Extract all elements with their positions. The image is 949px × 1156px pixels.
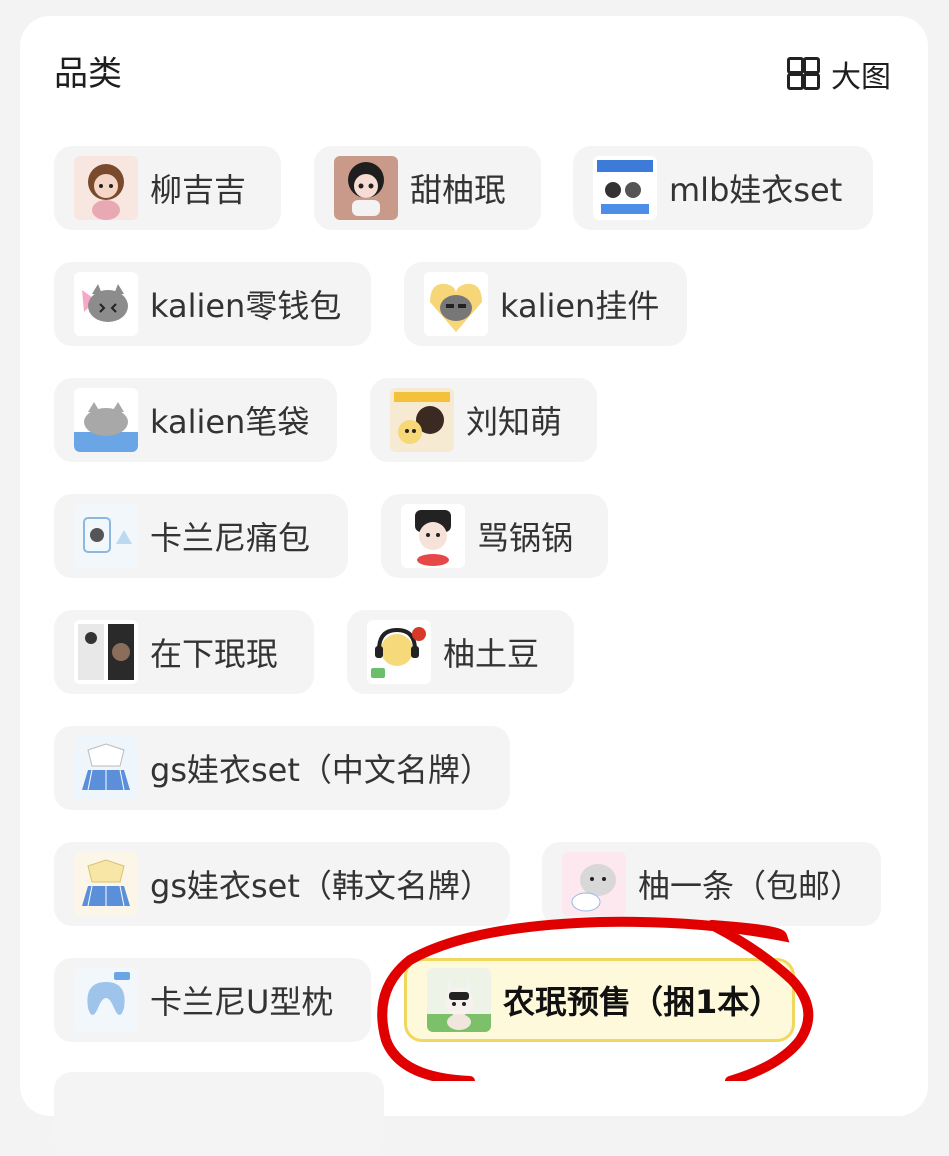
category-label: kalien零钱包 <box>150 287 342 325</box>
category-chip[interactable]: kalien笔袋 <box>54 378 337 462</box>
category-chip[interactable]: kalien挂件 <box>404 262 687 346</box>
category-chip[interactable]: 在下珉珉 <box>54 610 314 694</box>
large-view-toggle[interactable]: 大图 <box>787 52 891 96</box>
category-chip-selected[interactable]: 农珉预售（捆1本） <box>404 958 795 1042</box>
category-chip-partial[interactable] <box>54 1072 384 1156</box>
category-label: 在下珉珉 <box>150 635 279 673</box>
category-label: 卡兰尼U型枕 <box>150 983 334 1021</box>
category-chip[interactable]: 柚一条（包邮） <box>542 842 881 926</box>
category-chip[interactable]: 骂锅锅 <box>381 494 608 578</box>
category-chip[interactable]: 柳吉吉 <box>54 146 281 230</box>
category-label: gs娃衣set（中文名牌） <box>150 751 492 789</box>
cat-thumbnail-icon <box>74 272 138 336</box>
category-label: mlb娃衣set <box>669 171 843 209</box>
section-title: 品类 <box>54 54 122 94</box>
category-label: 卡兰尼痛包 <box>150 519 311 557</box>
cat-thumbnail-icon <box>424 272 488 336</box>
clothes-set-thumbnail-icon <box>593 156 657 220</box>
bag-thumbnail-icon <box>74 504 138 568</box>
category-label: 骂锅锅 <box>477 519 574 557</box>
view-toggle-label: 大图 <box>831 60 891 95</box>
uniform-thumbnail-icon <box>74 852 138 916</box>
doll-thumbnail-icon <box>390 388 454 452</box>
category-chip[interactable]: kalien零钱包 <box>54 262 371 346</box>
category-chip[interactable]: 刘知萌 <box>370 378 597 462</box>
category-label: 农珉预售（捆1本） <box>503 983 782 1021</box>
category-chip[interactable]: 柚土豆 <box>347 610 574 694</box>
category-label: 柚土豆 <box>443 635 540 673</box>
category-label: kalien笔袋 <box>150 403 310 441</box>
category-label: kalien挂件 <box>500 287 660 325</box>
category-chip[interactable]: 卡兰尼U型枕 <box>54 958 371 1042</box>
category-chip[interactable]: gs娃衣set（中文名牌） <box>54 726 510 810</box>
doll-thumbnail-icon <box>401 504 465 568</box>
doll-thumbnail-icon <box>562 852 626 916</box>
cat-thumbnail-icon <box>74 388 138 452</box>
category-chip[interactable]: mlb娃衣set <box>573 146 873 230</box>
photo-sheet-thumbnail-icon <box>74 620 138 684</box>
category-label: 甜柚珉 <box>410 171 507 209</box>
pillow-thumbnail-icon <box>74 968 138 1032</box>
grid-icon <box>787 57 821 91</box>
category-label: 柳吉吉 <box>150 171 247 209</box>
category-label: 柚一条（包邮） <box>638 867 863 905</box>
category-chip[interactable]: 卡兰尼痛包 <box>54 494 348 578</box>
doll-thumbnail-icon <box>74 156 138 220</box>
uniform-thumbnail-icon <box>74 736 138 800</box>
category-chip[interactable]: 甜柚珉 <box>314 146 541 230</box>
doll-thumbnail-icon <box>367 620 431 684</box>
category-label: 刘知萌 <box>466 403 563 441</box>
category-label: gs娃衣set（韩文名牌） <box>150 867 492 905</box>
doll-thumbnail-icon <box>334 156 398 220</box>
category-chip[interactable]: gs娃衣set（韩文名牌） <box>54 842 510 926</box>
doll-thumbnail-icon <box>427 968 491 1032</box>
